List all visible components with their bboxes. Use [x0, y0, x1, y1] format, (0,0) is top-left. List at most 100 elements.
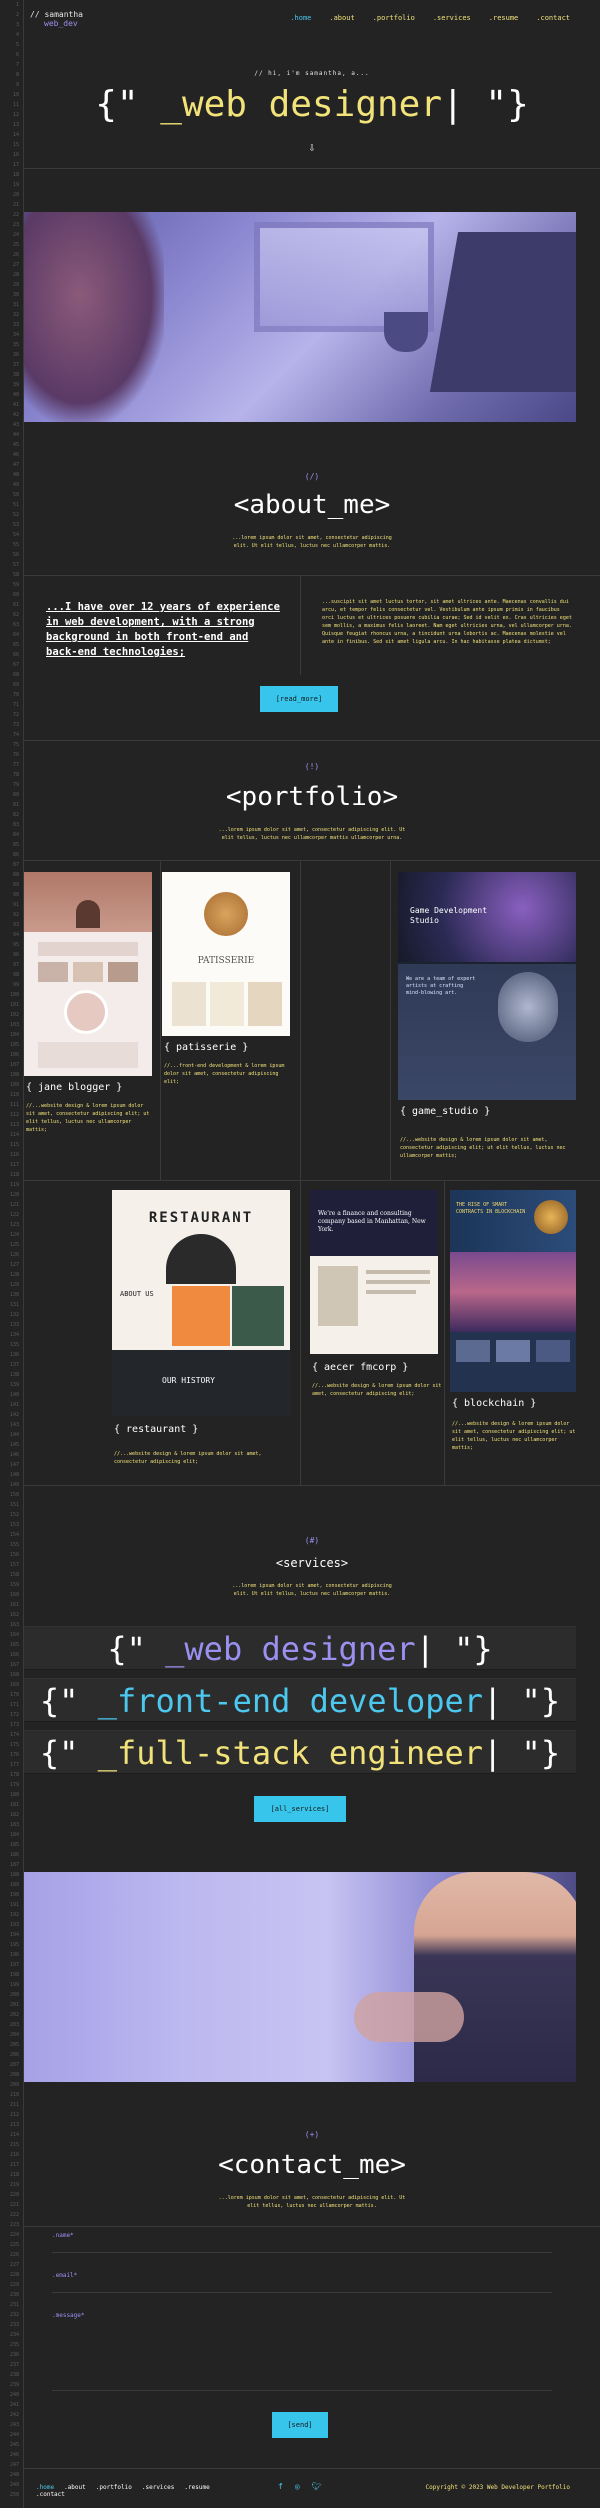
footer-nav-about[interactable]: .about [64, 2484, 86, 2491]
line-number: 197 [9, 1962, 19, 1968]
line-number: 132 [9, 1312, 19, 1318]
line-number: 36 [12, 352, 19, 358]
line-number: 16 [12, 152, 19, 158]
portfolio-title-game-studio[interactable]: { game_studio } [400, 1106, 490, 1117]
service-cursor: | [415, 1630, 435, 1668]
copyright: Copyright © 2023 Web Developer Portfolio [425, 2484, 571, 2491]
line-number: 87 [12, 862, 19, 868]
logo-role: web_dev [44, 19, 78, 28]
service-close-brace: "} [502, 1734, 561, 1772]
line-number: 26 [12, 252, 19, 258]
line-number: 97 [12, 962, 19, 968]
scroll-down-icon[interactable]: ⇩ [24, 140, 600, 154]
line-number: 249 [9, 2482, 19, 2488]
facebook-icon[interactable]: f [278, 2482, 283, 2491]
portfolio-title: <portfolio> [225, 782, 399, 812]
line-number: 142 [9, 1412, 19, 1418]
twitter-icon[interactable]: 🐦︎ [312, 2482, 322, 2491]
line-number: 215 [9, 2142, 19, 2148]
line-number: 192 [9, 1912, 19, 1918]
line-number: 116 [9, 1152, 19, 1158]
line-number: 7 [15, 62, 19, 68]
all-services-button[interactable]: [all_services] [254, 1796, 346, 1822]
nav-resume[interactable]: .resume [489, 14, 519, 22]
portfolio-thumb-patisserie[interactable]: PATISSERIE [162, 872, 290, 1036]
name-field[interactable] [52, 2240, 552, 2252]
send-button[interactable]: [send] [272, 2412, 328, 2438]
site-logo[interactable]: // samantha web_dev [30, 10, 83, 28]
nav-about[interactable]: .about [329, 14, 354, 22]
line-number: 9 [15, 82, 19, 88]
line-number: 83 [12, 822, 19, 828]
patisserie-thumb-heading: PATISSERIE [197, 956, 255, 966]
portfolio-title-blockchain[interactable]: { blockchain } [452, 1398, 536, 1409]
footer-nav-portfolio[interactable]: .portfolio [96, 2484, 132, 2491]
line-number: 102 [9, 1012, 19, 1018]
portfolio-thumb-restaurant[interactable]: RESTAURANT ABOUT US OUR HISTORY [112, 1190, 290, 1416]
footer-nav-services[interactable]: .services [142, 2484, 175, 2491]
service-cursor: | [483, 1734, 503, 1772]
divider [300, 575, 301, 675]
line-number: 92 [12, 912, 19, 918]
line-number: 172 [9, 1712, 19, 1718]
portfolio-thumb-game-studio[interactable]: Game Development Studio We are a team of… [398, 872, 576, 1100]
line-number-gutter: 1 2 3 4 5 6 7 8 9 10 11 12 13 14 15 16 17 18 19 20 21 22 23 24 2… [0, 0, 24, 2508]
portfolio-title-aecer-fmcorp[interactable]: { aecer fmcorp } [312, 1362, 408, 1373]
line-number: 15 [12, 142, 19, 148]
line-number: 205 [9, 2042, 19, 2048]
instagram-icon[interactable]: ◎ [295, 2482, 300, 2491]
portfolio-subtitle: ...lorem ipsum dolor sit amet, consectet… [218, 827, 406, 841]
line-number: 73 [12, 722, 19, 728]
email-field[interactable] [52, 2280, 552, 2292]
service-line-full-stack: {" _full-stack engineer| "} [24, 1730, 576, 1774]
line-number: 104 [9, 1032, 19, 1038]
nav-contact[interactable]: .contact [536, 14, 570, 22]
about-subtitle: ...lorem ipsum dolor sit amet, consectet… [232, 535, 392, 549]
nav-home[interactable]: .home [290, 14, 311, 22]
footer-nav-contact[interactable]: .contact [36, 2491, 65, 2498]
line-number: 117 [9, 1162, 19, 1168]
line-number: 201 [9, 2002, 19, 2008]
line-number: 33 [12, 322, 19, 328]
read-more-button[interactable]: [read_more] [260, 686, 338, 712]
footer-nav-resume[interactable]: .resume [184, 2484, 209, 2491]
line-number: 81 [12, 802, 19, 808]
portfolio-title-patisserie[interactable]: { patisserie } [164, 1042, 248, 1053]
portfolio-thumb-jane-blogger[interactable] [24, 872, 152, 1076]
line-number: 34 [12, 332, 19, 338]
message-field[interactable] [52, 2320, 552, 2390]
line-number: 39 [12, 382, 19, 388]
line-number: 91 [12, 902, 19, 908]
portfolio-title-restaurant[interactable]: { restaurant } [114, 1424, 198, 1435]
line-number: 163 [9, 1622, 19, 1628]
line-number: 141 [9, 1402, 19, 1408]
line-number: 93 [12, 922, 19, 928]
line-number: 234 [9, 2332, 19, 2338]
nav-portfolio[interactable]: .portfolio [373, 14, 415, 22]
line-number: 134 [9, 1332, 19, 1338]
line-number: 57 [12, 562, 19, 568]
portfolio-thumb-aecer-fmcorp[interactable]: We're a finance and consulting company b… [310, 1190, 438, 1354]
line-number: 2 [15, 12, 19, 18]
line-number: 40 [12, 392, 19, 398]
portfolio-section-number: (!) [304, 762, 320, 771]
divider [160, 860, 161, 1180]
line-number: 218 [9, 2172, 19, 2178]
line-number: 155 [9, 1542, 19, 1548]
line-number: 70 [12, 692, 19, 698]
line-number: 109 [9, 1082, 19, 1088]
line-number: 162 [9, 1612, 19, 1618]
line-number: 94 [12, 932, 19, 938]
finance-thumb-heading: We're a finance and consulting company b… [318, 1210, 426, 1233]
portfolio-title-jane-blogger[interactable]: { jane blogger } [26, 1082, 122, 1093]
line-number: 156 [9, 1552, 19, 1558]
nav-services[interactable]: .services [433, 14, 471, 22]
line-number: 214 [9, 2132, 19, 2138]
line-number: 203 [9, 2022, 19, 2028]
line-number: 223 [9, 2222, 19, 2228]
footer-nav-home[interactable]: .home [36, 2484, 54, 2491]
line-number: 95 [12, 942, 19, 948]
portfolio-thumb-blockchain[interactable]: THE RISE OF SMART CONTRACTS IN BLOCKCHAI… [450, 1190, 576, 1392]
divider [24, 168, 600, 169]
divider [390, 860, 391, 1180]
